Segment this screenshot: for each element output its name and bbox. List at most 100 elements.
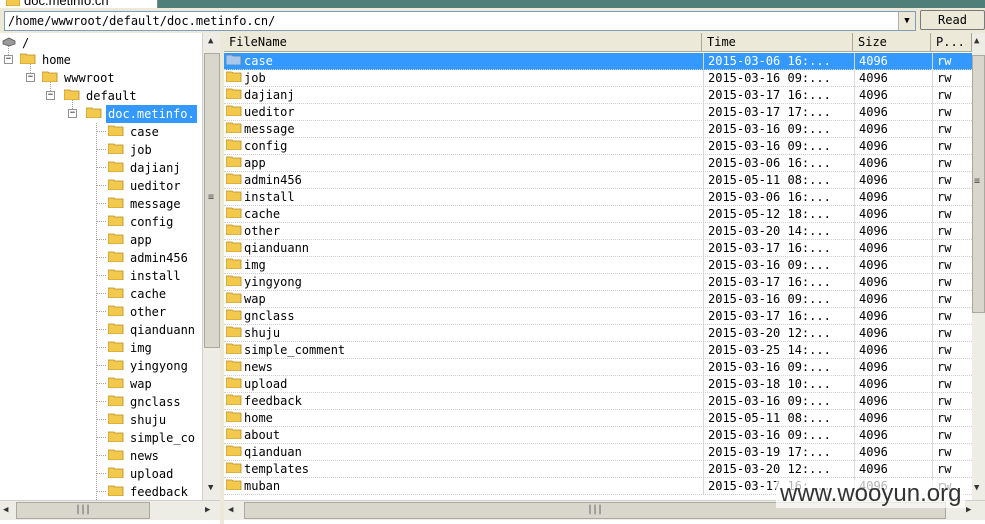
scroll-thumb[interactable]: ||| <box>16 502 150 519</box>
tree-label: / <box>22 35 30 50</box>
table-row[interactable]: yingyong 2015-03-17 16:... 4096 rw <box>224 274 972 291</box>
cell-time: 2015-03-16 09:... <box>703 393 853 410</box>
folder-open-icon <box>41 69 58 87</box>
path-input[interactable]: /home/wwwroot/default/doc.metinfo.cn/ ▼ <box>4 11 916 31</box>
column-header-permission[interactable]: P... <box>931 33 972 52</box>
table-row[interactable]: news 2015-03-16 09:... 4096 rw <box>224 359 972 376</box>
scroll-down-arrow-icon[interactable]: ▼ <box>974 483 979 493</box>
tree-item[interactable]: feedback <box>107 482 190 500</box>
scroll-left-arrow-icon[interactable]: ◀ <box>228 505 233 515</box>
tree-item[interactable]: message <box>107 194 183 212</box>
tab-doc-metinfo[interactable]: doc.metinfo.cn <box>0 0 158 8</box>
table-row[interactable]: job 2015-03-16 09:... 4096 rw <box>224 70 972 87</box>
tree-item[interactable]: qianduann <box>107 320 197 338</box>
tree-item[interactable]: other <box>107 302 168 320</box>
table-row[interactable]: simple_comment 2015-03-25 14:... 4096 rw <box>224 342 972 359</box>
table-row[interactable]: message 2015-03-16 09:... 4096 rw <box>224 121 972 138</box>
table-row[interactable]: upload 2015-03-18 10:... 4096 rw <box>224 376 972 393</box>
column-header-time[interactable]: Time <box>702 33 853 52</box>
tree-item-default[interactable]: default <box>63 86 139 105</box>
table-row[interactable]: about 2015-03-16 09:... 4096 rw <box>224 427 972 444</box>
tree-item[interactable]: dajianj <box>107 158 183 176</box>
tree-item[interactable]: wap <box>107 374 154 392</box>
tree-item[interactable]: case <box>107 122 161 140</box>
folder-open-icon <box>63 87 80 105</box>
table-row[interactable]: shuju 2015-03-20 12:... 4096 rw <box>224 325 972 342</box>
scroll-thumb[interactable]: ≡ <box>204 53 220 348</box>
table-row[interactable]: install 2015-03-06 16:... 4096 rw <box>224 189 972 206</box>
column-header-filename[interactable]: FileName <box>224 33 702 52</box>
tree-item[interactable]: img <box>107 338 154 356</box>
tree-line <box>96 383 106 384</box>
table-row[interactable]: qianduan 2015-03-19 17:... 4096 rw <box>224 444 972 461</box>
tree-item-wwwroot[interactable]: wwwroot <box>41 68 117 87</box>
cell-time: 2015-03-06 16:... <box>703 155 853 172</box>
table-row[interactable]: other 2015-03-20 14:... 4096 rw <box>224 223 972 240</box>
tree-label: wwwroot <box>64 70 115 85</box>
folder-icon <box>225 138 242 155</box>
table-row[interactable]: img 2015-03-16 09:... 4096 rw <box>224 257 972 274</box>
table-row[interactable]: home 2015-05-11 08:... 4096 rw <box>224 410 972 427</box>
path-dropdown-button[interactable]: ▼ <box>898 12 915 30</box>
scroll-up-arrow-icon[interactable]: ▲ <box>974 36 979 46</box>
cell-permission: rw <box>932 223 972 240</box>
tree-item[interactable]: upload <box>107 464 175 483</box>
folder-icon <box>107 465 124 483</box>
tree-item[interactable]: app <box>107 230 154 248</box>
file-name: upload <box>244 377 288 391</box>
table-row[interactable]: cache 2015-05-12 18:... 4096 rw <box>224 206 972 223</box>
collapse-toggle[interactable]: − <box>46 91 55 100</box>
tree-item[interactable]: install <box>107 266 183 284</box>
table-row[interactable]: wap 2015-03-16 09:... 4096 rw <box>224 291 972 308</box>
cell-permission: rw <box>932 104 972 121</box>
tree-item[interactable]: job <box>107 140 154 158</box>
tree-item[interactable]: gnclass <box>107 392 183 410</box>
table-row[interactable]: config 2015-03-16 09:... 4096 rw <box>224 138 972 155</box>
table-row[interactable]: gnclass 2015-03-17 16:... 4096 rw <box>224 308 972 325</box>
table-row[interactable]: templates 2015-03-20 12:... 4096 rw <box>224 461 972 478</box>
tree-item[interactable]: cache <box>107 284 168 302</box>
tree-line <box>96 455 106 456</box>
cell-time: 2015-03-20 12:... <box>703 325 853 342</box>
collapse-toggle[interactable]: − <box>26 73 35 82</box>
cell-permission: rw <box>932 308 972 325</box>
scroll-right-arrow-icon[interactable]: ▶ <box>966 505 971 515</box>
table-row[interactable]: qianduann 2015-03-17 16:... 4096 rw <box>224 240 972 257</box>
collapse-toggle[interactable]: − <box>4 55 13 64</box>
tree-item-doc-metinfo[interactable]: doc.metinfo. <box>85 104 197 123</box>
drive-icon <box>2 34 16 52</box>
scroll-up-arrow-icon[interactable]: ▲ <box>208 36 213 46</box>
tree-item[interactable]: simple_co <box>107 428 197 446</box>
scroll-thumb[interactable]: ≡ <box>972 55 985 313</box>
tree-item[interactable]: config <box>107 212 175 230</box>
collapse-toggle[interactable]: − <box>68 109 77 118</box>
cell-permission: rw <box>932 257 972 274</box>
tree-item[interactable]: news <box>107 446 161 464</box>
cell-filename: wap <box>224 291 702 308</box>
tree-line <box>96 203 106 204</box>
cell-time: 2015-05-11 08:... <box>703 172 853 189</box>
list-vertical-scrollbar[interactable]: ▲ ≡ ▼ <box>972 33 985 500</box>
scroll-right-arrow-icon[interactable]: ▶ <box>205 505 210 515</box>
table-row[interactable]: case 2015-03-06 16:... 4096 rw <box>224 53 972 70</box>
tree-label: case <box>130 124 159 139</box>
column-header-size[interactable]: Size <box>853 33 931 52</box>
table-row[interactable]: ueditor 2015-03-17 17:... 4096 rw <box>224 104 972 121</box>
table-row[interactable]: admin456 2015-05-11 08:... 4096 rw <box>224 172 972 189</box>
tree-label: dajianj <box>130 160 181 175</box>
table-row[interactable]: app 2015-03-06 16:... 4096 rw <box>224 155 972 172</box>
scroll-down-arrow-icon[interactable]: ▼ <box>208 483 213 493</box>
read-button[interactable]: Read <box>920 10 985 30</box>
table-row[interactable]: dajianj 2015-03-17 16:... 4096 rw <box>224 87 972 104</box>
tree-item[interactable]: yingyong <box>107 356 190 374</box>
tree-horizontal-scrollbar[interactable]: ◀ ||| ▶ <box>0 500 220 520</box>
scroll-left-arrow-icon[interactable]: ◀ <box>3 505 8 515</box>
tree-item-root[interactable]: / <box>2 33 31 51</box>
table-row[interactable]: feedback 2015-03-16 09:... 4096 rw <box>224 393 972 410</box>
tree-item[interactable]: shuju <box>107 410 168 428</box>
tree-item-home[interactable]: home <box>19 50 73 68</box>
tree-item[interactable]: ueditor <box>107 176 183 194</box>
tree-vertical-scrollbar[interactable]: ▲ ≡ ▼ <box>202 33 220 500</box>
cell-permission: rw <box>932 444 972 461</box>
tree-item[interactable]: admin456 <box>107 248 190 266</box>
